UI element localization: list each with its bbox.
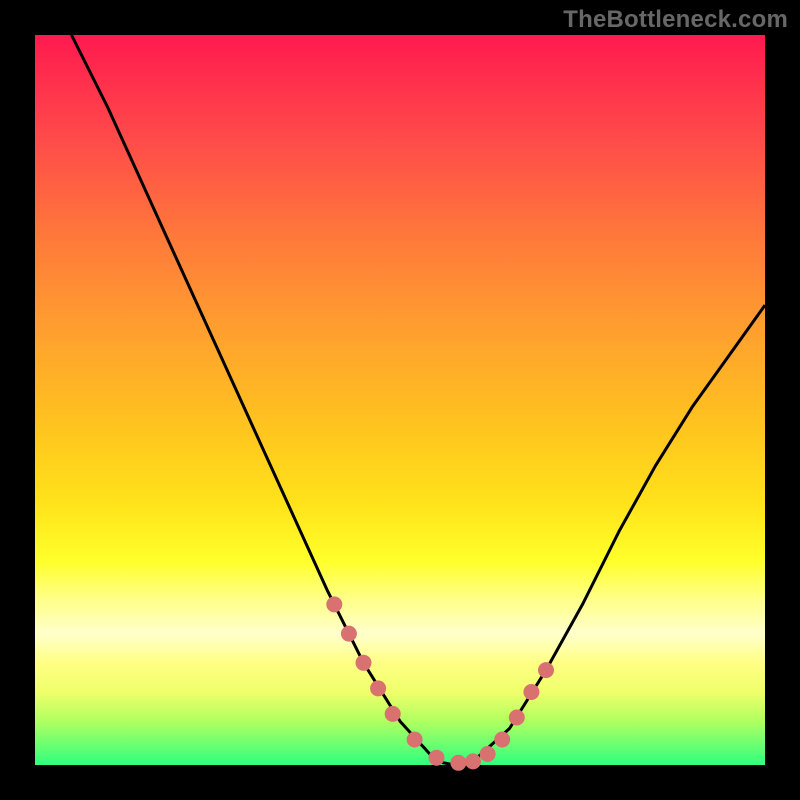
curve-path bbox=[72, 35, 766, 765]
plot-area bbox=[35, 35, 765, 765]
marker-dot bbox=[509, 710, 525, 726]
chart-frame: TheBottleneck.com bbox=[0, 0, 800, 800]
bottleneck-curve bbox=[72, 35, 766, 765]
marker-dot bbox=[494, 732, 510, 748]
marker-dot bbox=[450, 755, 466, 771]
marker-dot bbox=[480, 746, 496, 762]
watermark-text: TheBottleneck.com bbox=[563, 6, 788, 34]
marker-dot bbox=[341, 626, 357, 642]
marker-dot bbox=[385, 706, 401, 722]
chart-svg bbox=[35, 35, 765, 765]
marker-dot bbox=[465, 753, 481, 769]
marker-dot bbox=[356, 655, 372, 671]
highlighted-points bbox=[326, 596, 554, 770]
marker-dot bbox=[538, 662, 554, 678]
marker-dot bbox=[326, 596, 342, 612]
marker-dot bbox=[407, 732, 423, 748]
marker-dot bbox=[370, 680, 386, 696]
marker-dot bbox=[523, 684, 539, 700]
marker-dot bbox=[429, 750, 445, 766]
